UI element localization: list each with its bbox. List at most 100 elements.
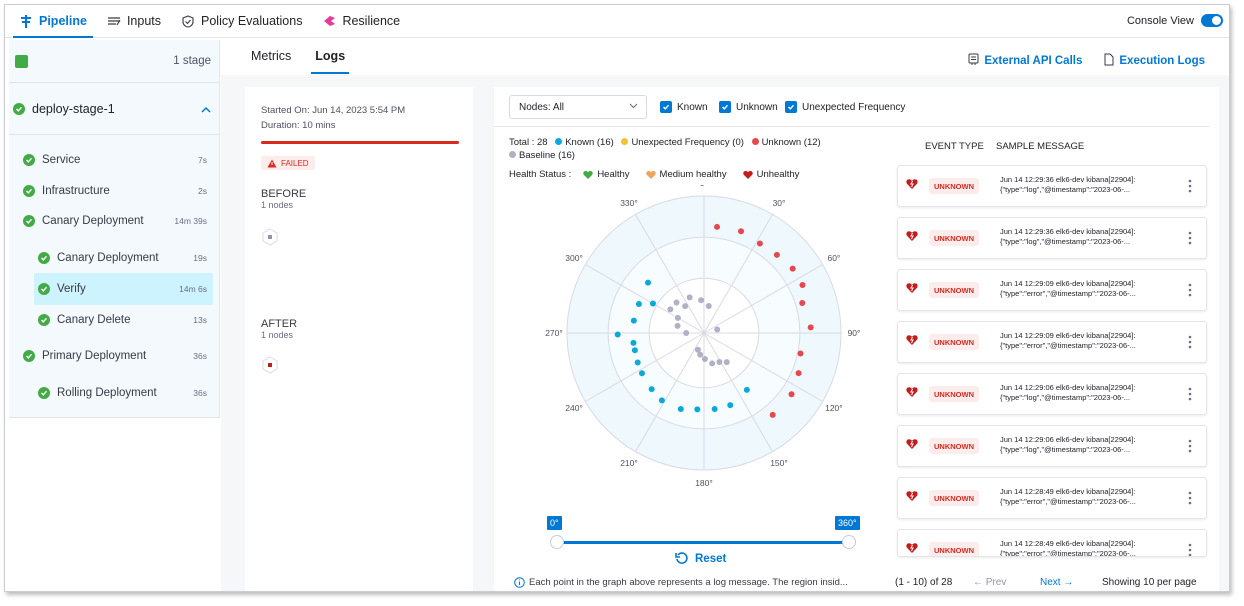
more-options-icon[interactable]	[1188, 231, 1192, 248]
event-row[interactable]: UNKNOWN Jun 14 12:29:09 elk6-dev kibana[2…	[897, 321, 1207, 363]
tab-metrics[interactable]: Metrics	[251, 49, 291, 74]
step-duration: 19s	[193, 253, 207, 263]
event-type-badge: UNKNOWN	[929, 334, 979, 350]
unknown-checkbox[interactable]: Unknown	[719, 101, 778, 113]
message-line-1: Jun 14 12:29:06 elk6-dev kibana[22904]:	[1000, 383, 1136, 392]
page-range: (1 - 10) of 28	[895, 577, 953, 588]
slider-max-handle[interactable]	[842, 535, 856, 549]
prev-button[interactable]: ← Prev	[973, 577, 1006, 588]
step-infrastructure[interactable]: Infrastructure 2s	[23, 184, 207, 198]
before-label: BEFORE	[261, 188, 307, 200]
more-options-icon[interactable]	[1188, 387, 1192, 404]
event-row[interactable]: UNKNOWN Jun 14 12:28:49 elk6-dev kibana[2…	[897, 477, 1207, 519]
data-point-baseline	[674, 314, 681, 321]
tab-pipeline[interactable]: Pipeline	[13, 5, 93, 38]
chart-note: Each point in the graph above represents…	[514, 577, 848, 588]
data-point-baseline	[698, 297, 705, 304]
step-label: Infrastructure	[42, 185, 110, 197]
nodes-select[interactable]: Nodes: All	[509, 95, 647, 119]
api-icon	[968, 53, 979, 69]
before-node-hexagon-icon[interactable]	[261, 228, 279, 246]
angle-range-track[interactable]	[560, 541, 846, 544]
step-rolling-deployment[interactable]: Rolling Deployment 36s	[38, 386, 207, 400]
known-checkbox[interactable]: Known	[660, 101, 708, 113]
reset-button[interactable]: Reset	[675, 552, 726, 565]
step-service[interactable]: Service 7s	[23, 153, 207, 167]
unhealthy-heart-icon	[906, 490, 918, 505]
data-point-known	[638, 370, 645, 377]
message-line-1: Jun 14 12:29:06 elk6-dev kibana[22904]:	[1000, 435, 1136, 444]
message-line-2: {"type":"error","@timestamp":"2023-06-..…	[1000, 289, 1136, 298]
slider-min-label: 0°	[547, 516, 562, 530]
data-point-known	[743, 386, 750, 393]
health-label: Health Status :	[509, 169, 572, 180]
event-row[interactable]: UNKNOWN Jun 14 12:28:49 elk6-dev kibana[2…	[897, 529, 1207, 557]
more-options-icon[interactable]	[1188, 439, 1192, 456]
execution-logs-label: Execution Logs	[1119, 55, 1205, 67]
event-row[interactable]: UNKNOWN Jun 14 12:29:36 elk6-dev kibana[2…	[897, 217, 1207, 259]
event-type-badge: UNKNOWN	[929, 282, 979, 298]
more-options-icon[interactable]	[1188, 543, 1192, 556]
data-point-baseline	[686, 294, 693, 301]
more-options-icon[interactable]	[1188, 491, 1192, 508]
step-label: Verify	[57, 283, 86, 295]
more-options-icon[interactable]	[1188, 179, 1192, 196]
console-view-label: Console View	[1126, 14, 1194, 27]
sample-message-header: SAMPLE MESSAGE	[996, 141, 1085, 152]
polar-scatter-chart[interactable]: 0° 30° 60° 90° 120° 150° 180° 210° 240° 270° 300° 3…	[524, 185, 884, 505]
toggle-switch[interactable]	[1201, 14, 1223, 27]
data-point-known	[635, 301, 642, 308]
step-verify[interactable]: Verify 14m 6s	[34, 273, 213, 305]
slider-max-label: 360°	[835, 516, 860, 530]
app-window: Pipeline Inputs Policy Evaluations Resil…	[4, 4, 1230, 592]
healthy-heart-icon	[583, 170, 594, 179]
inputs-icon	[107, 14, 121, 28]
more-options-icon[interactable]	[1188, 335, 1192, 352]
health-status-legend: Health Status : Healthy Medium healthy U…	[509, 169, 807, 180]
duration: Duration: 10 mins	[261, 120, 336, 131]
data-point-unknown	[714, 223, 721, 230]
event-row[interactable]: UNKNOWN Jun 14 12:29:06 elk6-dev kibana[2…	[897, 373, 1207, 415]
next-button[interactable]: Next →	[1040, 577, 1073, 588]
checkbox-checked-icon	[785, 101, 797, 113]
step-duration: 13s	[193, 315, 207, 325]
sample-message: Jun 14 12:29:09 elk6-dev kibana[22904]:{…	[1000, 279, 1160, 299]
data-point-unknown	[788, 391, 795, 398]
legend-known: Known (16)	[565, 137, 614, 148]
top-nav: Pipeline Inputs Policy Evaluations Resil…	[5, 5, 1229, 38]
step-canary-deployment-group[interactable]: Canary Deployment 14m 39s	[23, 214, 207, 228]
tab-resilience[interactable]: Resilience	[322, 5, 400, 38]
unexpected-frequency-checkbox[interactable]: Unexpected Frequency	[785, 101, 905, 113]
polar-grid	[566, 195, 842, 471]
event-row[interactable]: UNKNOWN Jun 14 12:29:06 elk6-dev kibana[2…	[897, 425, 1207, 467]
more-options-icon[interactable]	[1188, 283, 1192, 300]
unhealthy-heart-icon	[906, 438, 918, 453]
slider-min-handle[interactable]	[550, 535, 564, 549]
sample-message: Jun 14 12:29:06 elk6-dev kibana[22904]:{…	[1000, 383, 1160, 403]
note-text: Each point in the graph above represents…	[529, 577, 848, 588]
tab-logs[interactable]: Logs	[311, 49, 350, 74]
check-icon	[38, 314, 50, 326]
step-canary-deployment[interactable]: Canary Deployment 19s	[38, 251, 207, 265]
step-duration: 36s	[193, 351, 207, 361]
reset-icon	[675, 552, 688, 564]
execution-logs-link[interactable]: Execution Logs	[1104, 53, 1205, 69]
nodes-select-value: Nodes: All	[519, 101, 565, 113]
stage-deploy-stage-1[interactable]: deploy-stage-1	[9, 83, 219, 135]
data-point-baseline	[673, 299, 680, 306]
chevron-up-icon[interactable]	[201, 102, 211, 116]
console-view-toggle[interactable]: Console View	[1127, 14, 1223, 27]
message-line-1: Jun 14 12:29:36 elk6-dev kibana[22904]:	[1000, 227, 1136, 236]
step-primary-deployment[interactable]: Primary Deployment 36s	[23, 349, 207, 363]
step-duration: 14m 39s	[174, 216, 207, 226]
tab-inputs[interactable]: Inputs	[107, 5, 161, 38]
stage-sidebar: 1 stage deploy-stage-1 Service 7s Infras…	[9, 40, 220, 418]
event-row[interactable]: UNKNOWN Jun 14 12:29:09 elk6-dev kibana[2…	[897, 269, 1207, 311]
pipeline-icon	[19, 14, 33, 28]
check-icon	[23, 185, 35, 197]
event-row[interactable]: UNKNOWN Jun 14 12:29:36 elk6-dev kibana[2…	[897, 165, 1207, 207]
external-api-calls-link[interactable]: External API Calls	[968, 53, 1082, 69]
step-canary-delete[interactable]: Canary Delete 13s	[38, 313, 207, 327]
after-node-hexagon-icon[interactable]	[261, 356, 279, 374]
tab-policy-evaluations[interactable]: Policy Evaluations	[181, 5, 302, 38]
